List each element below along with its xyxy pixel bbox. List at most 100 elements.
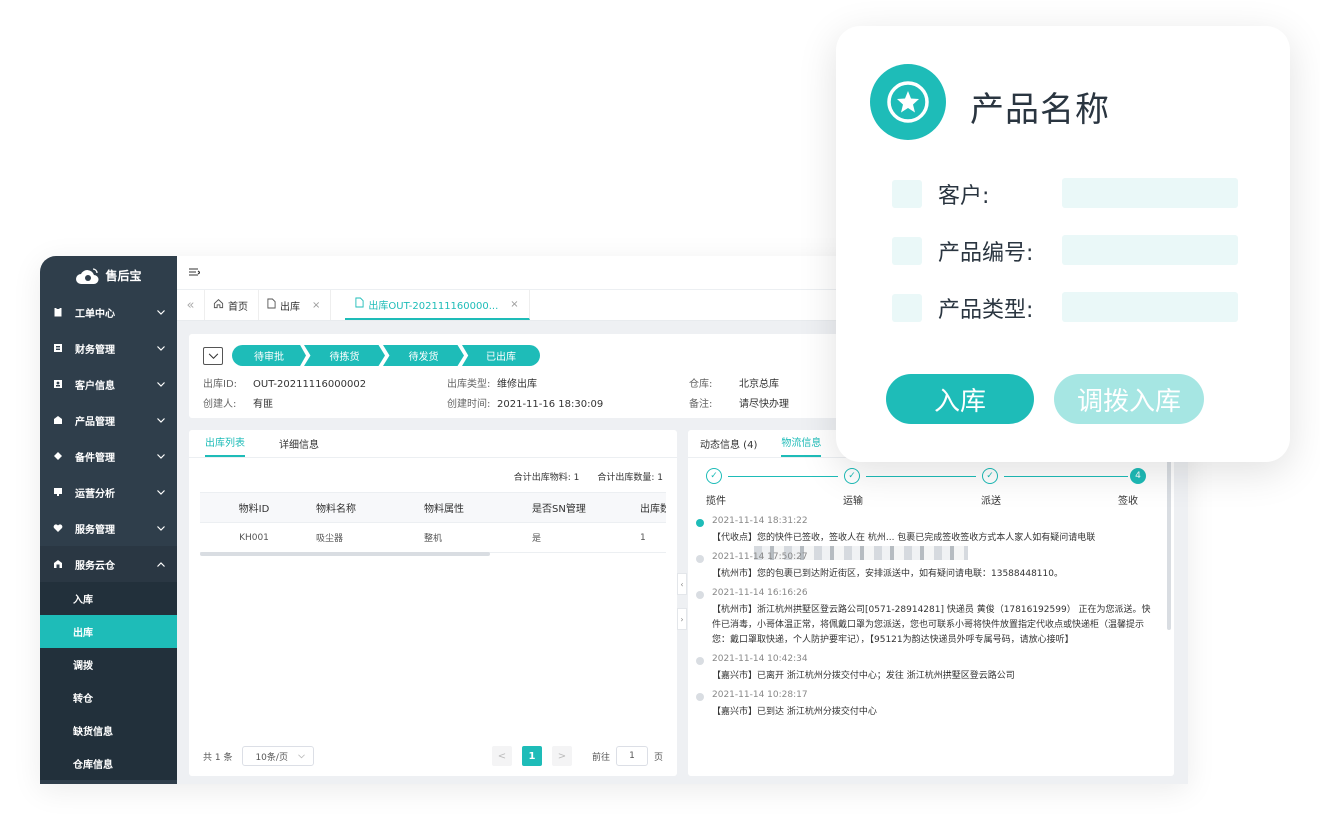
tab-home[interactable]: 首页 xyxy=(205,290,259,320)
sidebar-item[interactable]: 备件管理 xyxy=(40,438,177,474)
timeline-item: 2021-11-14 10:42:34 【嘉兴市】已离开 浙江杭州分拨交付中心；… xyxy=(696,654,1154,684)
tab-detail-info[interactable]: 详细信息 xyxy=(279,436,319,457)
next-page-button[interactable]: > xyxy=(551,746,572,766)
customer-input[interactable] xyxy=(1062,178,1238,208)
sidebar-item-label: 备件管理 xyxy=(75,452,115,464)
product-no-input[interactable] xyxy=(1062,235,1238,265)
product-no-checkbox[interactable] xyxy=(892,237,922,265)
product-card: 产品名称 客户: 产品编号: 产品类型: 入库 调拨入库 xyxy=(836,26,1290,462)
sidebar-item[interactable]: 工单中心 xyxy=(40,294,177,330)
cell-material-name: 吸尘器 xyxy=(316,534,344,544)
sidebar-subitem[interactable]: 出库 xyxy=(40,615,177,648)
sidebar-item[interactable]: 服务云仓 xyxy=(40,546,177,582)
page-unit: 页 xyxy=(653,752,663,763)
page-size-select[interactable]: 10条/页 xyxy=(242,746,315,766)
timeline-text: 【杭州市】您的包裹已到达附近街区，安排派送中，如有疑问请电联：135884481… xyxy=(712,569,1063,579)
tab-outbound-label: 出库 xyxy=(280,301,300,313)
sum-quantity: 合计出库数量: 1 xyxy=(597,473,663,483)
tab-outbound-list[interactable]: 出库列表 xyxy=(205,434,245,457)
product-type-input[interactable] xyxy=(1062,292,1238,322)
col-sn-managed: 是否SN管理 xyxy=(524,493,632,522)
sidebar-subitem[interactable]: 缺货信息 xyxy=(40,714,177,747)
table-row[interactable]: KH001 吸尘器 整机 是 1 xyxy=(200,523,666,553)
inbound-button[interactable]: 入库 xyxy=(886,374,1034,424)
transfer-inbound-button[interactable]: 调拨入库 xyxy=(1054,374,1204,424)
prev-page-button[interactable]: < xyxy=(491,746,512,766)
sidebar-subitem[interactable]: 入库 xyxy=(40,582,177,615)
chevron-down-icon xyxy=(157,379,165,387)
card-title: 产品名称 xyxy=(970,90,1110,130)
goto-page-input[interactable]: 1 xyxy=(615,746,648,766)
outbound-type-label: 出库类型: xyxy=(447,379,491,390)
customer-label: 客户: xyxy=(938,184,990,209)
sidebar-subitem[interactable]: 调拨 xyxy=(40,648,177,681)
status-steps: 待审批 待拣货 待发货 已出库 xyxy=(232,345,540,366)
outbound-id-label: 出库ID: xyxy=(203,379,238,390)
sidebar-item[interactable]: 财务管理 xyxy=(40,330,177,366)
total-count: 共 1 条 xyxy=(203,752,233,763)
menu-toggle-icon[interactable] xyxy=(189,267,201,277)
tab-outbound-detail[interactable]: 出库OUT-202111160000... × xyxy=(345,290,530,320)
sidebar: 售后宝 工单中心 财务管理 客户信息 产品管理 备件管理 运营分析 服务管理 服务云仓 入库出… xyxy=(40,256,177,784)
progress-line xyxy=(728,476,838,477)
sidebar-item-label: 运营分析 xyxy=(75,488,115,500)
cell-sn-managed: 是 xyxy=(532,534,542,544)
creator-value: 有匪 xyxy=(253,399,273,410)
collapse-left-icon[interactable]: ‹ xyxy=(677,573,687,595)
warehouse: 仓库: 北京总库 xyxy=(689,375,779,390)
logistics-timeline: 2021-11-14 18:31:22 【代收点】您的快件已签收，签收人在 杭州… xyxy=(696,516,1154,726)
tab-outbound[interactable]: 出库 × xyxy=(259,290,332,320)
timeline-time: 2021-11-14 18:31:22 xyxy=(712,516,808,526)
progress-label-transit: 运输 xyxy=(843,496,863,507)
tab-activity[interactable]: 动态信息 (4) xyxy=(700,436,757,457)
note: 备注: 请尽快办理 xyxy=(689,395,789,410)
expand-right-icon[interactable]: › xyxy=(677,608,687,630)
outbound-id: 出库ID: OUT-20211116000002 xyxy=(203,375,366,390)
customer-icon xyxy=(52,379,63,390)
progress-line xyxy=(866,476,976,477)
tab-logistics[interactable]: 物流信息 xyxy=(781,434,822,457)
sum-materials: 合计出库物料: 1 xyxy=(513,473,580,483)
cell-outbound-qty: 1 xyxy=(640,532,646,543)
summary: 合计出库物料: 1 合计出库数量: 1 xyxy=(514,470,663,483)
page-size-value: 10条/页 xyxy=(255,752,288,763)
timeline-time: 2021-11-14 17:50:27 xyxy=(712,552,808,562)
timeline-dot xyxy=(696,519,704,527)
collapse-tabs-icon[interactable]: « xyxy=(177,290,205,320)
close-icon[interactable]: × xyxy=(510,299,518,310)
sidebar-subnav: 入库 出库 调拨 转仓 缺货信息 仓库信息 xyxy=(40,582,177,780)
sidebar-item[interactable]: 服务管理 xyxy=(40,510,177,546)
chevron-up-icon xyxy=(157,559,165,567)
sidebar-item[interactable]: 运营分析 xyxy=(40,474,177,510)
sidebar-subitem[interactable]: 仓库信息 xyxy=(40,747,177,780)
sidebar-item[interactable]: 客户信息 xyxy=(40,366,177,402)
progress-label-delivery: 派送 xyxy=(981,496,1001,507)
expand-toggle-button[interactable] xyxy=(203,347,223,365)
table-header-row: 物料ID 物料名称 物料属性 是否SN管理 出库数 xyxy=(200,493,666,523)
timeline-dot xyxy=(696,693,704,701)
col-material-id: 物料ID xyxy=(200,493,308,522)
product-type-checkbox[interactable] xyxy=(892,294,922,322)
chevron-down-icon xyxy=(157,451,165,459)
timeline-time: 2021-11-14 16:16:26 xyxy=(712,588,808,598)
sidebar-subitem[interactable]: 转仓 xyxy=(40,681,177,714)
product-type-label: 产品类型: xyxy=(938,298,1034,323)
current-page[interactable]: 1 xyxy=(521,746,542,766)
sidebar-item[interactable]: 产品管理 xyxy=(40,402,177,438)
progress-line xyxy=(1004,476,1128,477)
created-time: 创建时间: 2021-11-16 18:30:09 xyxy=(447,395,603,410)
chevron-down-icon xyxy=(157,343,165,351)
timeline-item: 2021-11-14 18:31:22 【代收点】您的快件已签收，签收人在 杭州… xyxy=(696,516,1154,560)
cloud-logo-icon xyxy=(75,266,101,284)
vertical-scrollbar[interactable] xyxy=(1167,460,1171,630)
chevron-down-icon xyxy=(157,523,165,531)
sidebar-item-label: 客户信息 xyxy=(75,380,115,392)
horizontal-scrollbar[interactable] xyxy=(200,552,490,556)
close-icon[interactable]: × xyxy=(312,300,320,311)
parts-icon xyxy=(52,451,63,462)
service-icon xyxy=(52,523,63,534)
sidebar-item-label: 工单中心 xyxy=(75,308,115,320)
sidebar-item-label: 服务管理 xyxy=(75,524,115,536)
customer-checkbox[interactable] xyxy=(892,180,922,208)
step-shipped: 已出库 xyxy=(462,345,540,366)
